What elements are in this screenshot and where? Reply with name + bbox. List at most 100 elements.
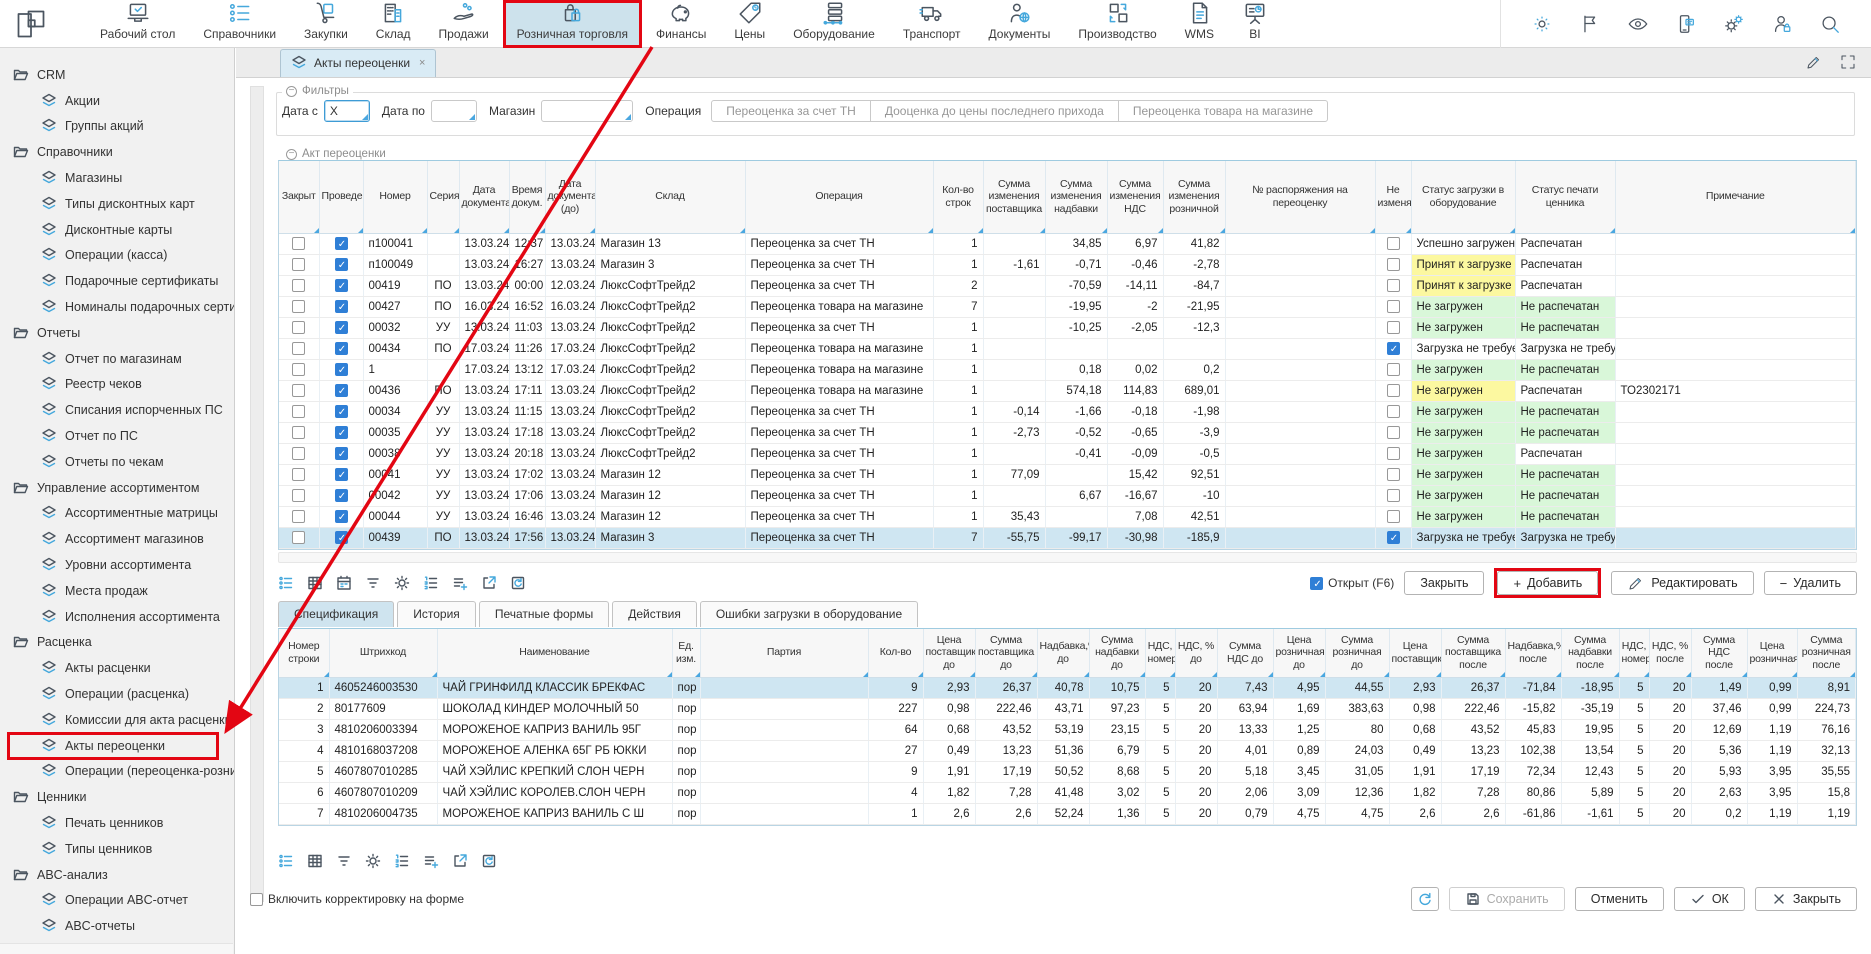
- column-header[interactable]: Сумма надбавки до: [1089, 629, 1145, 677]
- sidebar-item-места-продаж[interactable]: Места продаж: [0, 578, 234, 604]
- sidebar-item-типы-ценников[interactable]: Типы ценников: [0, 836, 234, 862]
- numlist-icon[interactable]: [423, 575, 439, 591]
- spec-row[interactable]: 14605246003530ЧАЙ ГРИНФИЛД КЛАССИК БРЕКФ…: [279, 677, 1856, 698]
- sidebar-item-операции-(расценка)[interactable]: Операции (расценка): [0, 681, 234, 707]
- row-checkbox[interactable]: [335, 321, 348, 334]
- edit-pencil-icon[interactable]: [1805, 53, 1823, 71]
- export-icon[interactable]: [452, 853, 468, 869]
- grid-icon[interactable]: [307, 853, 323, 869]
- column-header[interactable]: Время докум.: [509, 161, 545, 233]
- row-checkbox[interactable]: [335, 510, 348, 523]
- listplus-icon[interactable]: [452, 575, 468, 591]
- column-header[interactable]: Закрыт: [279, 161, 319, 233]
- column-header[interactable]: НДС, номер: [1145, 629, 1175, 677]
- sidebar-item-операции-(касса)[interactable]: Операции (касса): [0, 243, 234, 269]
- spec-tab-4[interactable]: Действия: [612, 601, 697, 627]
- tab-revaluation-acts[interactable]: Акты переоценки ×: [280, 49, 436, 77]
- date-from-input[interactable]: X: [324, 100, 370, 122]
- open-f6-toggle[interactable]: Открыт (F6): [1310, 576, 1394, 590]
- table-row[interactable]: 00427ПО16.03.2416:5216.03.24ЛюксСофтТрей…: [279, 296, 1856, 317]
- gear-icon[interactable]: [365, 853, 381, 869]
- date-to-input[interactable]: [431, 100, 477, 122]
- row-checkbox[interactable]: [292, 489, 305, 502]
- row-checkbox[interactable]: [1387, 237, 1400, 250]
- toolbar-item-warehouse[interactable]: Склад: [362, 0, 425, 48]
- row-checkbox[interactable]: [292, 300, 305, 313]
- table-row[interactable]: 00419ПО13.03.2400:0012.03.24ЛюксСофтТрей…: [279, 275, 1856, 296]
- row-checkbox[interactable]: [292, 321, 305, 334]
- column-header[interactable]: НДС, % до: [1175, 629, 1217, 677]
- column-header[interactable]: Дата документа (до): [545, 161, 595, 233]
- brightness-icon[interactable]: [1531, 13, 1553, 35]
- toolbar-item-transport[interactable]: Транспорт: [889, 0, 975, 48]
- column-header[interactable]: Сумма поставщика до: [975, 629, 1037, 677]
- sidebar-item-номиналы-подарочных-сертификатов[interactable]: Номиналы подарочных сертификатов: [0, 294, 234, 320]
- row-checkbox[interactable]: [1387, 321, 1400, 334]
- table-row[interactable]: 00042УУ13.03.2417:0613.03.24Магазин 12Пе…: [279, 485, 1856, 506]
- toolbar-item-sales[interactable]: Продажи: [425, 0, 503, 48]
- table-row[interactable]: 00044УУ13.03.2416:4613.03.24Магазин 12Пе…: [279, 506, 1856, 527]
- column-header[interactable]: Серия: [427, 161, 459, 233]
- row-checkbox[interactable]: [1387, 258, 1400, 271]
- sidebar-item-операции-abc-отчет[interactable]: Операции ABC-отчет: [0, 888, 234, 914]
- table-row[interactable]: 00035УУ13.03.2417:1813.03.24ЛюксСофтТрей…: [279, 422, 1856, 443]
- table-row[interactable]: п10004113.03.2412:3713.03.24Магазин 13Пе…: [279, 233, 1856, 254]
- column-header[interactable]: Сумма розничная до: [1325, 629, 1389, 677]
- sidebar-item-печать-ценников[interactable]: Печать ценников: [0, 810, 234, 836]
- sidebar-item-ассортиментные-матрицы[interactable]: Ассортиментные матрицы: [0, 501, 234, 527]
- spec-tab-2[interactable]: История: [397, 601, 476, 627]
- sidebar-item-списания-испорченных-пс[interactable]: Списания испорченных ПС: [0, 397, 234, 423]
- sidebar-item-комиссии-для-акта-расценки[interactable]: Комиссии для акта расценки: [0, 707, 234, 733]
- row-checkbox[interactable]: [1387, 489, 1400, 502]
- list-icon[interactable]: [278, 575, 294, 591]
- list-icon[interactable]: [278, 853, 294, 869]
- filters-group-label[interactable]: Фильтры: [282, 85, 353, 97]
- operation-option-button-3[interactable]: Переоценка товара на магазине: [1118, 100, 1328, 122]
- sidebar-item-отчеты[interactable]: Отчеты: [0, 320, 234, 346]
- listplus-icon[interactable]: [423, 853, 439, 869]
- doc-group-label[interactable]: Акт переоценки: [282, 148, 390, 160]
- column-header[interactable]: Номер: [363, 161, 427, 233]
- table-row[interactable]: 00434ПО17.03.2411:2617.03.24ЛюксСофтТрей…: [279, 338, 1856, 359]
- sidebar-item-магазины[interactable]: Магазины: [0, 165, 234, 191]
- spec-tab-1[interactable]: Спецификация: [278, 601, 394, 627]
- row-checkbox[interactable]: [292, 279, 305, 292]
- refresh-icon[interactable]: [481, 853, 497, 869]
- row-checkbox[interactable]: [292, 258, 305, 271]
- sidebar-item-уровни-ассортимента[interactable]: Уровни ассортимента: [0, 552, 234, 578]
- sidebar-item-расценка[interactable]: Расценка: [0, 630, 234, 656]
- column-header[interactable]: Номер строки: [279, 629, 329, 677]
- column-header[interactable]: Дата документа: [459, 161, 509, 233]
- column-header[interactable]: Сумма розничная после: [1797, 629, 1856, 677]
- column-header[interactable]: Статус загрузки в оборудование: [1411, 161, 1515, 233]
- row-checkbox[interactable]: [1387, 300, 1400, 313]
- sidebar-item-группы-акций[interactable]: Группы акций: [0, 114, 234, 140]
- row-checkbox[interactable]: [335, 468, 348, 481]
- sidebar-item-реестр-чеков[interactable]: Реестр чеков: [0, 372, 234, 398]
- spec-row[interactable]: 44810168037208МОРОЖЕНОЕ АЛЕНКА 65Г РБ ЮК…: [279, 740, 1856, 761]
- column-header[interactable]: Сумма изменения поставщика: [983, 161, 1045, 233]
- toolbar-item-desktop[interactable]: Рабочий стол: [86, 0, 189, 48]
- column-header[interactable]: Не изменять: [1375, 161, 1411, 233]
- table-row[interactable]: п10004913.03.2416:2713.03.24Магазин 3Пер…: [279, 254, 1856, 275]
- column-header[interactable]: Сумма изменения НДС: [1107, 161, 1163, 233]
- sidebar-item-дисконтные-карты[interactable]: Дисконтные карты: [0, 217, 234, 243]
- toolbar-item-documents[interactable]: Документы: [975, 0, 1065, 48]
- settings-gears-icon[interactable]: [1723, 13, 1745, 35]
- sidebar-item-управление-ассортиментом[interactable]: Управление ассортиментом: [0, 475, 234, 501]
- filter-icon[interactable]: [336, 853, 352, 869]
- cancel-button[interactable]: Отменить: [1575, 887, 1664, 911]
- row-checkbox[interactable]: [292, 384, 305, 397]
- column-header[interactable]: Склад: [595, 161, 745, 233]
- row-checkbox[interactable]: [292, 405, 305, 418]
- calendar-icon[interactable]: [336, 575, 352, 591]
- grid-icon[interactable]: [307, 575, 323, 591]
- row-checkbox[interactable]: [292, 510, 305, 523]
- row-checkbox[interactable]: [292, 447, 305, 460]
- row-checkbox[interactable]: [335, 342, 348, 355]
- row-checkbox[interactable]: [335, 405, 348, 418]
- operation-option-button-1[interactable]: Переоценка за счет ТН: [711, 100, 871, 122]
- column-header[interactable]: Штрихкод: [329, 629, 437, 677]
- sidebar-item-типы-дисконтных-карт[interactable]: Типы дисконтных карт: [0, 191, 234, 217]
- row-checkbox[interactable]: [335, 258, 348, 271]
